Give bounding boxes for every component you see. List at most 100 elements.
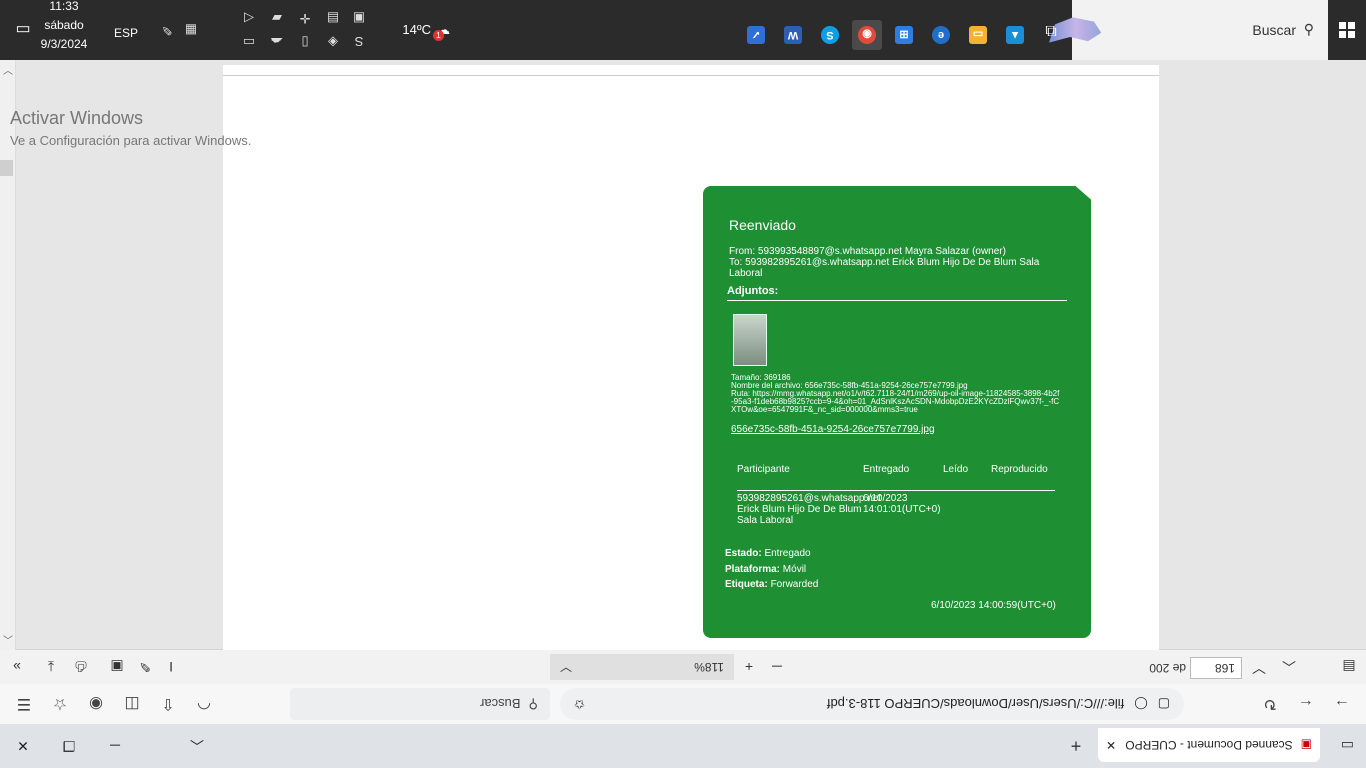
page-down-icon[interactable]: ︿: [1278, 656, 1300, 678]
pen-icon[interactable]: ✎: [156, 20, 178, 40]
contents-icon[interactable]: ▤: [1338, 656, 1360, 678]
attachment-route: Ruta: https://mmg.whatsapp.net/o1/v/t62.…: [731, 389, 1060, 414]
clipboard-icon[interactable]: ▣: [348, 8, 370, 28]
draw-icon[interactable]: ✎: [134, 656, 156, 678]
activation-watermark: Activar Windows Ve a Configuración para …: [10, 108, 330, 148]
browser-tab[interactable]: ▣ Scanned Document - CUERPO 118-... ✕: [1098, 728, 1320, 762]
cell-delivered: 6/10/2023 14:01:01(UTC+0): [863, 493, 941, 515]
cloud-icon[interactable]: ☁: [266, 32, 288, 52]
close-tab-icon[interactable]: ✕: [1106, 738, 1116, 752]
watermark-block: Activar Windows Ve a Configuración para …: [10, 108, 330, 148]
antivirus-icon[interactable]: ◈: [322, 32, 344, 52]
chrome-icon: ◉: [858, 26, 876, 44]
attachments-label: Adjuntos:: [727, 285, 779, 297]
scroll-down-icon[interactable]: ﹀: [3, 63, 13, 78]
chevron-up-icon[interactable]: ︿: [180, 734, 214, 758]
taskbar-search-label: Buscar: [1252, 22, 1296, 38]
cell-participant: 593982895261@s.whatsapp.net Erick Blum H…: [737, 493, 882, 526]
vertical-scrollbar[interactable]: ︿ ﹀: [0, 60, 16, 650]
pinned-photos[interactable]: ▲: [1000, 20, 1030, 50]
collections-icon[interactable]: ☰: [10, 690, 38, 718]
folder-icon: ▭: [969, 26, 987, 44]
new-tab-button[interactable]: +: [1064, 734, 1088, 758]
favorite-star-icon[interactable]: ✩: [574, 696, 585, 712]
close-window-button[interactable]: ✕: [6, 734, 40, 758]
network-icon[interactable]: ✛: [294, 8, 316, 28]
save-icon[interactable]: ⤓: [40, 656, 62, 678]
scroll-thumb[interactable]: [0, 160, 13, 176]
keyboard-layout-icon[interactable]: ▦: [180, 20, 202, 40]
more-tools-icon[interactable]: »: [6, 656, 28, 678]
url-text: file:///C:/Users/User/Downloads/CUERPO 1…: [826, 696, 1125, 712]
pdf-search-input[interactable]: ⚲ Buscar: [290, 688, 550, 720]
device-icon[interactable]: ▯: [294, 32, 316, 52]
pdf-toolbar: ▤ ︿ ﹀ 168 de 200 ─ + 118% ﹀ I ✎ ▣ ⎙ ⤓ »: [0, 649, 1366, 684]
windows-taskbar: ⚲ Buscar ⧉ ▲ ▭ e ⊞ ◉ S W ✓ ☁ 1 14ºC S ◈ ▯…: [0, 0, 1366, 60]
pinned-todo[interactable]: ✓: [741, 20, 771, 50]
attachment-link[interactable]: 656e735c-58fb-451a-9254-26ce757e7799.jpg: [731, 424, 935, 435]
extensions-icon[interactable]: ◉: [82, 690, 110, 718]
task-view-icon[interactable]: ⧉: [1040, 18, 1062, 42]
tab-title: Scanned Document - CUERPO 118-...: [1124, 738, 1293, 752]
pinned-edge[interactable]: e: [926, 20, 956, 50]
pinned-chrome[interactable]: ◉: [852, 20, 882, 50]
skype-icon: S: [821, 26, 839, 44]
zoom-out-button[interactable]: ─: [766, 656, 788, 678]
zoom-value: 118%: [694, 660, 724, 674]
table-header-row: Participante Entregado Leído Reproducido: [737, 464, 1057, 475]
browser-nav-bar: → ← ↻ ▢ ◯ file:///C:/Users/User/Download…: [0, 683, 1366, 724]
language-label: ESP: [113, 26, 138, 40]
sidebar-toggle-icon[interactable]: ▭: [1341, 737, 1354, 754]
header-participante: Participante: [737, 464, 790, 475]
text-select-icon[interactable]: I: [160, 656, 182, 678]
battery-icon[interactable]: ▭: [238, 32, 260, 52]
notification-icon[interactable]: ▭: [8, 18, 38, 42]
etiqueta-value: Forwarded: [770, 579, 819, 590]
forward-button[interactable]: ←: [1292, 690, 1320, 718]
zoom-dropdown[interactable]: 118% ﹀: [550, 654, 734, 680]
pinned-skype[interactable]: S: [815, 20, 845, 50]
weather-widget[interactable]: ☁ 1 14ºC: [390, 18, 450, 42]
language-indicator[interactable]: ESP: [108, 26, 138, 40]
refresh-button[interactable]: ↻: [1256, 690, 1284, 718]
browser-tab-bar: ▭ ▣ Scanned Document - CUERPO 118-... ✕ …: [0, 724, 1366, 768]
pinned-word[interactable]: W: [778, 20, 808, 50]
watermark-subtitle: Ve a Configuración para activar Windows.: [10, 133, 252, 148]
zoom-in-button[interactable]: +: [738, 656, 760, 678]
attachment-thumbnail: [733, 314, 767, 366]
taskbar-search[interactable]: ⚲ Buscar: [1072, 0, 1328, 60]
address-bar[interactable]: ▢ ◯ file:///C:/Users/User/Downloads/CUER…: [560, 688, 1184, 720]
clock-time: 11:33: [49, 0, 79, 13]
page-number-input[interactable]: 168: [1190, 657, 1242, 679]
windows-start-icon[interactable]: [1328, 0, 1366, 60]
header-reproducido: Reproducido: [991, 464, 1048, 475]
word-icon: W: [784, 26, 802, 44]
tab-icon: ▢: [1157, 697, 1170, 712]
favorites-icon[interactable]: ☆: [46, 690, 74, 718]
restore-button[interactable]: ❐: [52, 734, 86, 758]
office-icon[interactable]: ▤: [322, 8, 344, 28]
volume-icon[interactable]: ◁: [238, 8, 260, 28]
split-screen-icon[interactable]: ◫: [118, 690, 146, 718]
back-button[interactable]: →: [1328, 690, 1356, 718]
card-to: To: 593982895261@s.whatsapp.net Erick Bl…: [729, 257, 1040, 279]
page-up-icon[interactable]: ﹀: [1248, 656, 1270, 678]
app-tray-icon[interactable]: S: [348, 32, 370, 52]
print-icon[interactable]: ⎙: [70, 656, 92, 678]
highlight-icon[interactable]: ▣: [106, 656, 128, 678]
divider: [727, 300, 1067, 301]
pinned-store[interactable]: ⊞: [889, 20, 919, 50]
scroll-up-icon[interactable]: ︿: [3, 633, 13, 648]
weather-icon: ☁ 1: [433, 22, 450, 41]
share-icon[interactable]: ⇧: [154, 690, 182, 718]
table-divider: [737, 490, 1055, 491]
pinned-file-explorer[interactable]: ▭: [963, 20, 993, 50]
file-icon: ◯: [1134, 697, 1148, 711]
search-icon: ⚲: [528, 697, 538, 712]
notes-icon[interactable]: ▰: [266, 8, 288, 28]
search-icon: ⚲: [1303, 21, 1314, 38]
pdf-search-placeholder: Buscar: [480, 696, 521, 712]
table-row: 593982895261@s.whatsapp.net Erick Blum H…: [737, 493, 1057, 526]
minimize-button[interactable]: ─: [98, 734, 132, 758]
read-aloud-icon[interactable]: ◠: [190, 690, 218, 718]
